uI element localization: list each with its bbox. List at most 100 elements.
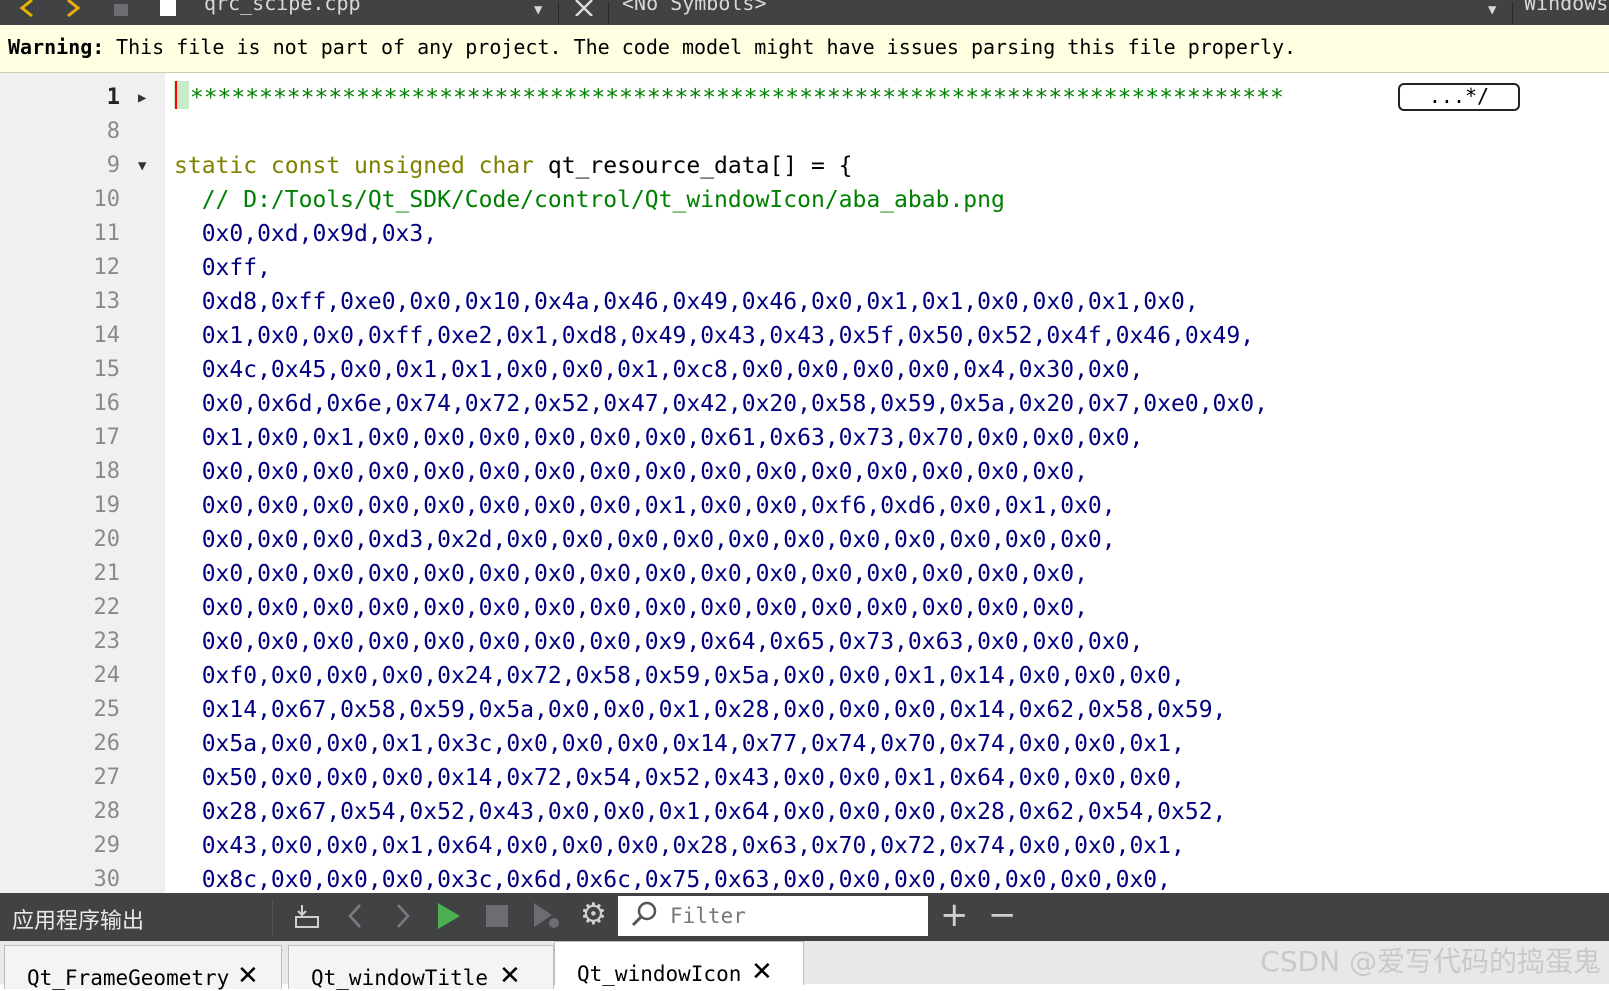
zoom-out-minus-icon[interactable]: − (988, 895, 1017, 935)
next-item-icon[interactable] (392, 901, 412, 938)
line-number: 1 (106, 85, 120, 110)
filter-input[interactable]: Filter (618, 896, 928, 936)
code-text: 0x0,0x0,0x0,0xd3,0x2d,0x0,0x0,0x0,0x0,0x… (174, 523, 1116, 557)
code-token: 0xff, (174, 255, 271, 281)
tab-qt-windowtitle[interactable]: Qt_windowTitle ✕ (288, 945, 554, 991)
code-line: 14 0x1,0x0,0x0,0xff,0xe2,0x1,0xd8,0x49,0… (0, 319, 1609, 353)
line-number: 12 (93, 255, 121, 280)
code-text: 0x0,0x6d,0x6e,0x74,0x72,0x52,0x47,0x42,0… (174, 387, 1268, 421)
tab-label: Qt_windowTitle (311, 966, 489, 990)
code-token: static const unsigned char (174, 153, 535, 179)
code-line: 1 ▶ /*************************************… (0, 81, 1609, 115)
code-line: 30 0x8c,0x0,0x0,0x0,0x3c,0x6d,0x6c,0x75,… (0, 863, 1609, 893)
debug-icon[interactable] (532, 901, 560, 938)
code-token: ****************************************… (189, 85, 1284, 111)
code-text: 0x1,0x0,0x0,0xff,0xe2,0x1,0xd8,0x49,0x43… (174, 319, 1254, 353)
fold-expand-icon[interactable]: ▶ (138, 81, 146, 115)
code-token: 0x14,0x67,0x58,0x59,0x5a,0x0,0x0,0x1,0x2… (174, 697, 1227, 723)
line-number: 24 (93, 663, 121, 688)
code-token: 0x1,0x0,0x1,0x0,0x0,0x0,0x0,0x0,0x0,0x61… (174, 425, 1144, 451)
current-file-name[interactable]: qrc_scipe.cpp (204, 0, 361, 15)
warning-message: This file is not part of any project. Th… (104, 35, 1297, 59)
code-text: 0x0,0xd,0x9d,0x3, (174, 217, 437, 251)
attach-output-icon[interactable] (292, 901, 322, 938)
line-number: 14 (93, 323, 121, 348)
tab-qt-framegeometry[interactable]: Qt_FrameGeometry ✕ (4, 945, 282, 991)
line-endings-dropdown[interactable]: Windows (1524, 0, 1608, 15)
line-number: 9 (106, 153, 120, 178)
search-icon (630, 899, 660, 936)
line-number: 29 (93, 833, 121, 858)
symbols-dropdown[interactable]: <No Symbols> (622, 0, 767, 15)
editor-toolbar: qrc_scipe.cpp ▼ <No Symbols> ▼ Windows (0, 0, 1609, 25)
code-text: 0x4c,0x45,0x0,0x1,0x1,0x0,0x0,0x1,0xc8,0… (174, 353, 1144, 387)
zoom-in-plus-icon[interactable]: + (940, 895, 969, 935)
code-token: qt_resource_data[] = { (534, 153, 853, 179)
code-token: 0x50,0x0,0x0,0x0,0x14,0x72,0x54,0x52,0x4… (174, 765, 1185, 791)
code-line: 15 0x4c,0x45,0x0,0x1,0x1,0x0,0x0,0x1,0xc… (0, 353, 1609, 387)
code-line: 17 0x1,0x0,0x1,0x0,0x0,0x0,0x0,0x0,0x0,0… (0, 421, 1609, 455)
code-token: 0x0,0x0,0x0,0xd3,0x2d,0x0,0x0,0x0,0x0,0x… (174, 527, 1116, 553)
code-token: 0x0,0x6d,0x6e,0x74,0x72,0x52,0x47,0x42,0… (174, 391, 1268, 417)
output-pane-title: 应用程序输出 (12, 909, 145, 934)
fold-collapse-icon[interactable]: ▼ (138, 149, 146, 183)
code-line: 9 ▼ static const unsigned char qt_resource… (0, 149, 1609, 183)
code-token: 0x1,0x0,0x0,0xff,0xe2,0x1,0xd8,0x49,0x43… (174, 323, 1255, 349)
code-line: 10 // D:/Tools/Qt_SDK/Code/control/Qt_wi… (0, 183, 1609, 217)
line-number: 30 (93, 867, 121, 892)
code-text: 0x0,0x0,0x0,0x0,0x0,0x0,0x0,0x0,0x0,0x0,… (174, 591, 1088, 625)
symbols-dropdown-chevron-icon[interactable]: ▼ (1488, 3, 1496, 25)
stop-icon[interactable] (484, 901, 510, 938)
code-line: 12 0xff, (0, 251, 1609, 285)
code-token: 0x4c,0x45,0x0,0x1,0x1,0x0,0x0,0x1,0xc8,0… (174, 357, 1144, 383)
code-text: 0x0,0x0,0x0,0x0,0x0,0x0,0x0,0x0,0x0,0x0,… (174, 455, 1088, 489)
line-number: 27 (93, 765, 121, 790)
line-number: 20 (93, 527, 121, 552)
code-line: 27 0x50,0x0,0x0,0x0,0x14,0x72,0x54,0x52,… (0, 761, 1609, 795)
line-number: 23 (93, 629, 121, 654)
line-number: 21 (93, 561, 121, 586)
previous-item-icon[interactable] (346, 901, 366, 938)
code-line: 26 0x5a,0x0,0x0,0x1,0x3c,0x0,0x0,0x0,0x1… (0, 727, 1609, 761)
code-text: 0xd8,0xff,0xe0,0x0,0x10,0x4a,0x46,0x49,0… (174, 285, 1199, 319)
tab-qt-windowicon[interactable]: Qt_windowIcon ✕ (554, 941, 804, 987)
line-number: 25 (93, 697, 121, 722)
code-token: 0x43,0x0,0x0,0x1,0x64,0x0,0x0,0x0,0x28,0… (174, 833, 1185, 859)
line-number: 13 (93, 289, 121, 314)
file-dropdown-chevron-icon[interactable]: ▼ (534, 3, 542, 25)
file-icon (158, 0, 178, 25)
code-line: 24 0xf0,0x0,0x0,0x0,0x24,0x72,0x58,0x59,… (0, 659, 1609, 693)
code-text: static const unsigned char qt_resource_d… (174, 149, 853, 183)
code-line: 21 0x0,0x0,0x0,0x0,0x0,0x0,0x0,0x0,0x0,0… (0, 557, 1609, 591)
code-text: // D:/Tools/Qt_SDK/Code/control/Qt_windo… (174, 183, 1005, 217)
line-number: 18 (93, 459, 121, 484)
code-text: 0x43,0x0,0x0,0x1,0x64,0x0,0x0,0x0,0x28,0… (174, 829, 1185, 863)
code-token: 0x8c,0x0,0x0,0x0,0x3c,0x6d,0x6c,0x75,0x6… (174, 867, 1171, 893)
code-text: 0x0,0x0,0x0,0x0,0x0,0x0,0x0,0x0,0x1,0x0,… (174, 489, 1116, 523)
forward-arrow-icon[interactable] (62, 0, 82, 25)
code-text: 0x50,0x0,0x0,0x0,0x14,0x72,0x54,0x52,0x4… (174, 761, 1185, 795)
lock-icon[interactable] (112, 0, 130, 25)
settings-gear-icon[interactable]: ⚙ (580, 897, 607, 932)
folded-comment-placeholder[interactable]: ...*/ (1398, 83, 1520, 111)
code-line: 28 0x28,0x67,0x54,0x52,0x43,0x0,0x0,0x1,… (0, 795, 1609, 829)
code-line: 20 0x0,0x0,0x0,0xd3,0x2d,0x0,0x0,0x0,0x0… (0, 523, 1609, 557)
close-file-icon[interactable] (574, 0, 594, 25)
close-tab-icon[interactable]: ✕ (237, 961, 259, 991)
line-number: 19 (93, 493, 121, 518)
code-editor[interactable]: 1 ▶ /*************************************… (0, 73, 1609, 893)
code-token: 0x0,0x0,0x0,0x0,0x0,0x0,0x0,0x0,0x1,0x0,… (174, 493, 1116, 519)
code-text: 0x0,0x0,0x0,0x0,0x0,0x0,0x0,0x0,0x9,0x64… (174, 625, 1144, 659)
code-line: 11 0x0,0xd,0x9d,0x3, (0, 217, 1609, 251)
watermark: CSDN @爱写代码的捣蛋鬼 (1260, 945, 1601, 978)
run-icon[interactable] (436, 901, 462, 938)
code-text: 0x0,0x0,0x0,0x0,0x0,0x0,0x0,0x0,0x0,0x0,… (174, 557, 1088, 591)
code-token: 0x0,0x0,0x0,0x0,0x0,0x0,0x0,0x0,0x9,0x64… (174, 629, 1144, 655)
line-number: 17 (93, 425, 121, 450)
close-tab-icon[interactable]: ✕ (751, 957, 773, 987)
tab-label: Qt_FrameGeometry (27, 966, 230, 990)
close-tab-icon[interactable]: ✕ (499, 961, 521, 991)
code-line: 8 (0, 115, 1609, 149)
back-arrow-icon[interactable] (18, 0, 38, 25)
code-token: 0xd8,0xff,0xe0,0x0,0x10,0x4a,0x46,0x49,0… (174, 289, 1199, 315)
